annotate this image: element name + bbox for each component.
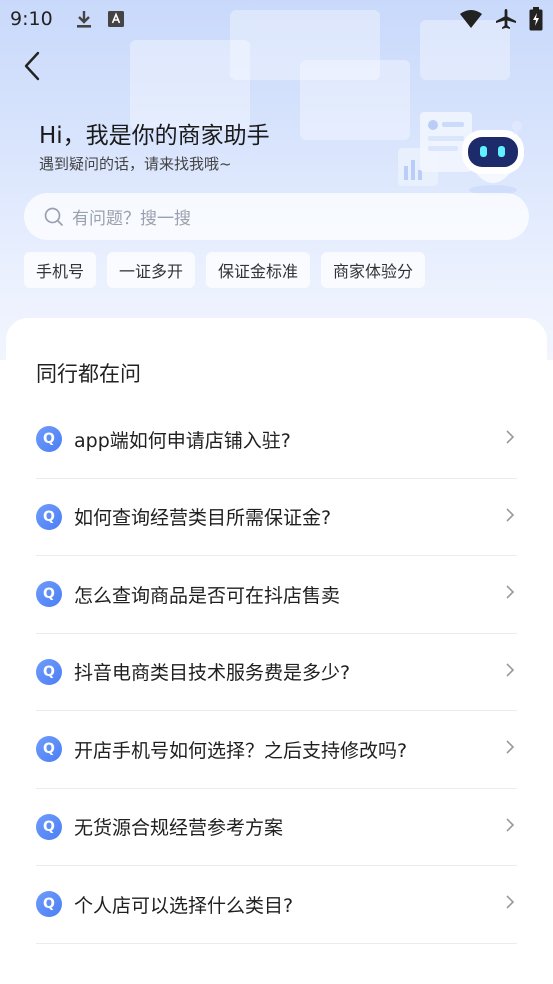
greeting-title: Hi，我是你的商家助手 <box>39 123 270 149</box>
status-bar: 9:10 <box>0 0 553 38</box>
back-button[interactable] <box>14 48 50 84</box>
battery-charging-icon <box>529 7 543 31</box>
search-placeholder: 有问题？搜一搜 <box>72 209 191 229</box>
chevron-right-icon <box>505 739 515 759</box>
faq-question: 怎么查询商品是否可在抖店售卖 <box>74 584 341 607</box>
chip-phone-number[interactable]: 手机号 <box>24 252 97 288</box>
chip-deposit-standard[interactable]: 保证金标准 <box>206 252 311 288</box>
faq-question: app端如何申请店铺入驻? <box>74 429 291 452</box>
status-time: 9:10 <box>10 8 53 30</box>
faq-question: 个人店可以选择什么类目? <box>74 894 294 917</box>
chip-multi-store[interactable]: 一证多开 <box>107 252 196 288</box>
q-badge-icon: Q <box>36 891 62 918</box>
faq-card: 同行都在问 Q app端如何申请店铺入驻? Q 如何查询经营类目所需保证金? Q… <box>6 318 547 984</box>
q-badge-icon: Q <box>36 736 62 763</box>
faq-list: Q app端如何申请店铺入驻? Q 如何查询经营类目所需保证金? Q 怎么查询商… <box>36 401 517 944</box>
faq-item[interactable]: Q 个人店可以选择什么类目? <box>36 866 517 944</box>
faq-item[interactable]: Q 无货源合规经营参考方案 <box>36 789 517 866</box>
q-badge-icon: Q <box>36 658 62 685</box>
faq-item[interactable]: Q 抖音电商类目技术服务费是多少? <box>36 634 517 711</box>
faq-question: 抖音电商类目技术服务费是多少? <box>74 662 351 685</box>
faq-question: 开店手机号如何选择？之后支持修改吗? <box>74 739 408 762</box>
search-icon <box>44 207 64 227</box>
chevron-right-icon <box>505 662 515 682</box>
faq-item[interactable]: Q app端如何申请店铺入驻? <box>36 401 517 479</box>
faq-question: 无货源合规经营参考方案 <box>74 817 284 840</box>
q-badge-icon: Q <box>36 503 62 530</box>
keyboard-a-icon <box>107 10 125 28</box>
search-input[interactable]: 有问题？搜一搜 <box>24 193 529 240</box>
q-badge-icon: Q <box>36 581 62 608</box>
chevron-right-icon <box>505 894 515 914</box>
quick-topic-chips: 手机号 一证多开 保证金标准 商家体验分 <box>24 252 426 288</box>
q-badge-icon: Q <box>36 426 62 453</box>
q-badge-icon: Q <box>36 813 62 840</box>
chevron-right-icon <box>505 584 515 604</box>
assistant-robot-illustration <box>390 108 530 198</box>
download-icon <box>75 9 93 29</box>
chip-merchant-score[interactable]: 商家体验分 <box>321 252 426 288</box>
faq-question: 如何查询经营类目所需保证金? <box>74 507 332 530</box>
chevron-left-icon <box>22 50 42 82</box>
faq-item[interactable]: Q 如何查询经营类目所需保证金? <box>36 479 517 556</box>
greeting-subtitle: 遇到疑问的话，请来找我哦~ <box>39 155 232 173</box>
airplane-icon <box>495 8 517 30</box>
section-title: 同行都在问 <box>36 362 141 386</box>
chevron-right-icon <box>505 817 515 837</box>
chevron-right-icon <box>505 507 515 527</box>
faq-item[interactable]: Q 开店手机号如何选择？之后支持修改吗? <box>36 711 517 789</box>
faq-item[interactable]: Q 怎么查询商品是否可在抖店售卖 <box>36 556 517 634</box>
wifi-icon <box>459 9 483 29</box>
chevron-right-icon <box>505 429 515 449</box>
